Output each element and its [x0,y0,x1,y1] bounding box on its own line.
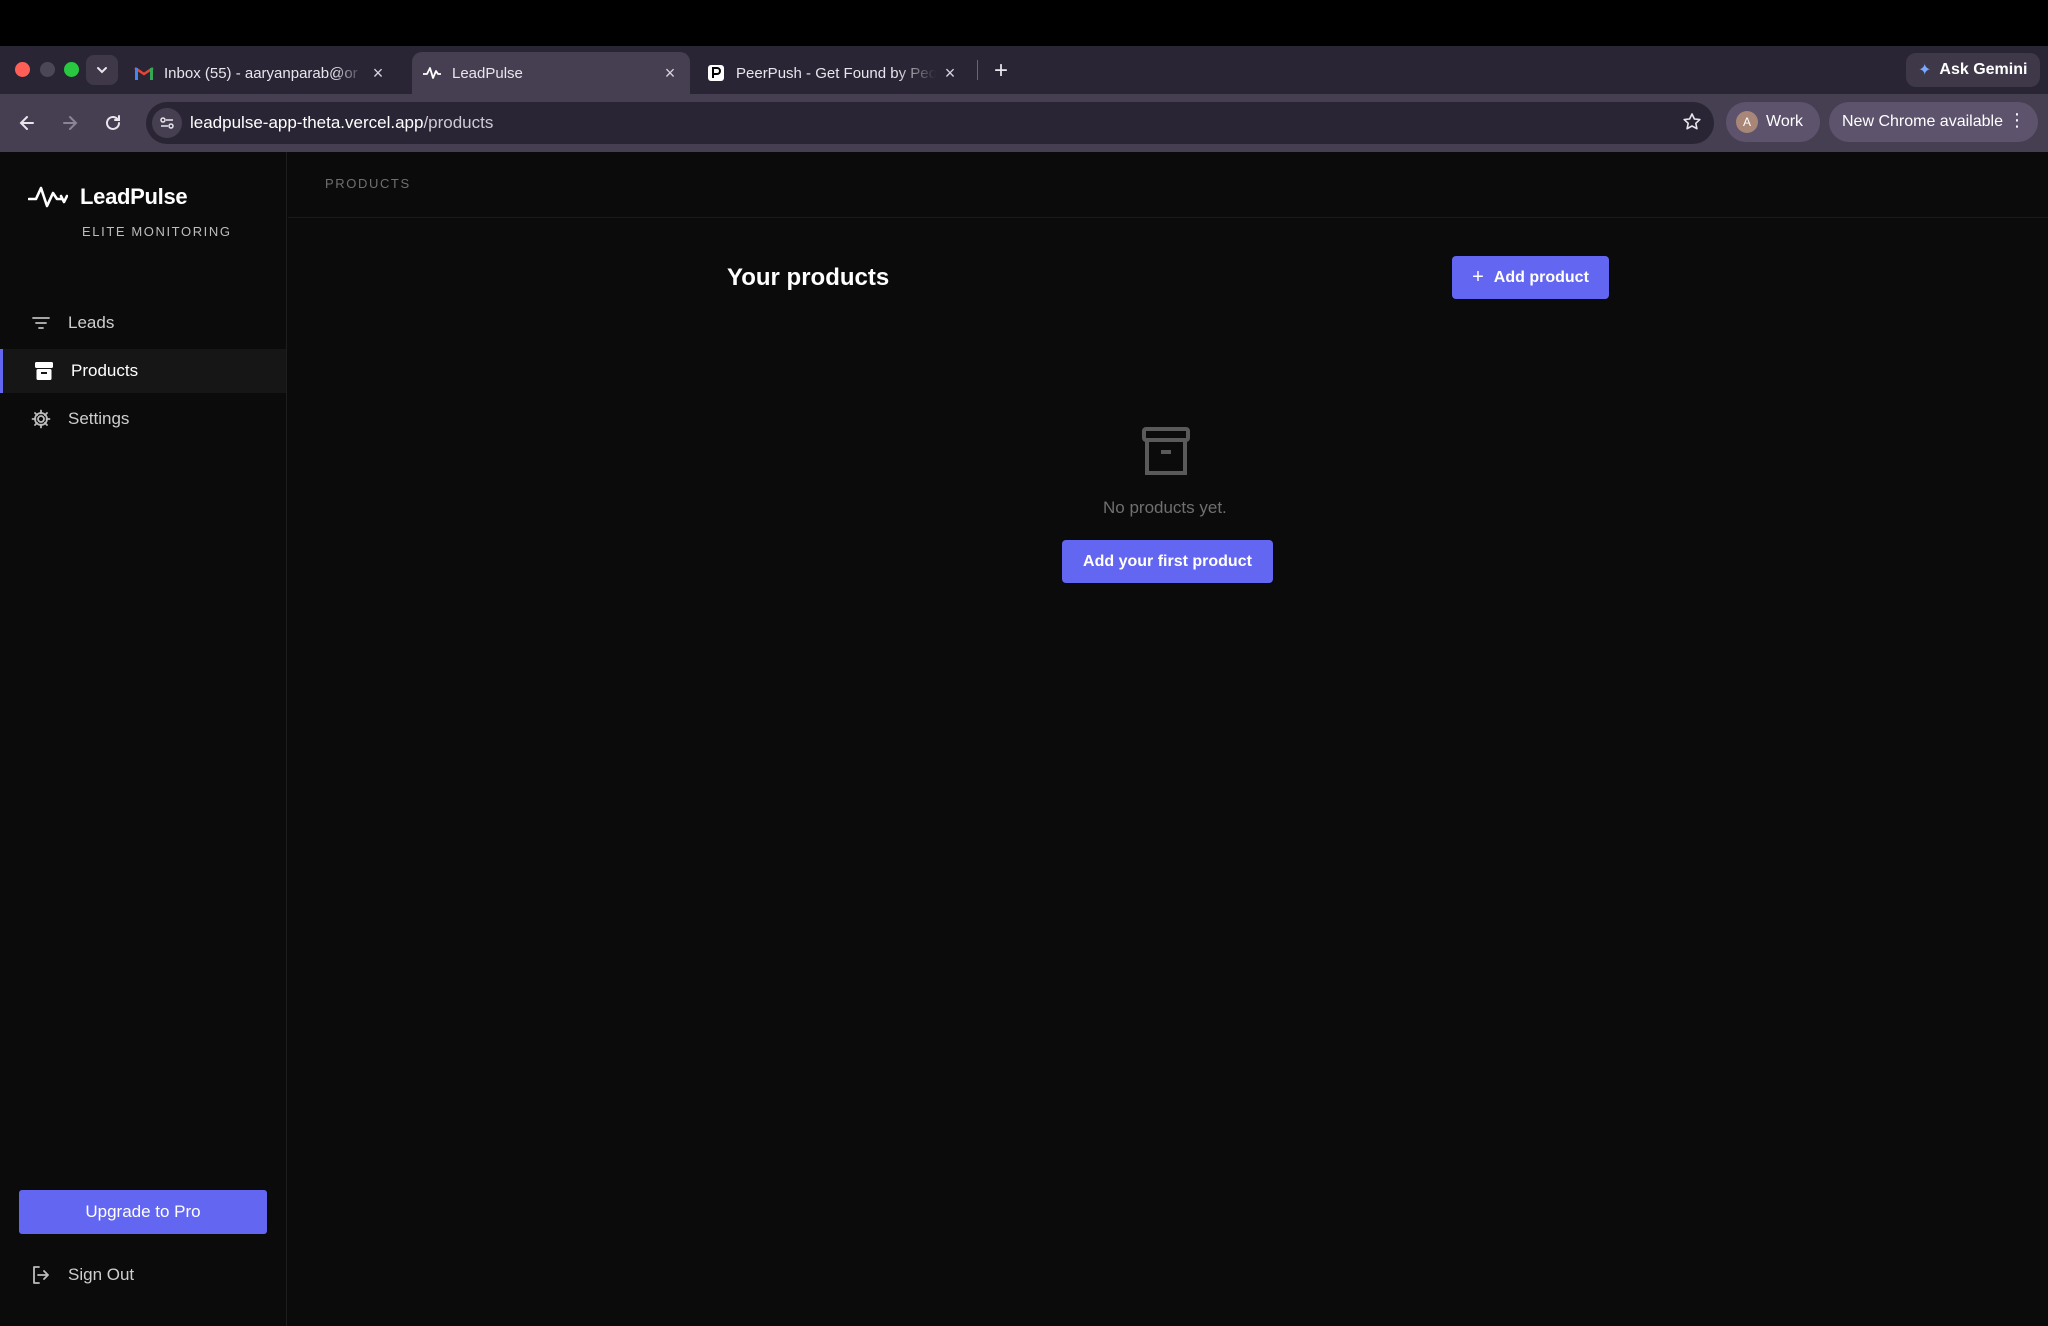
app-root: LeadPulse ELITE MONITORING Leads Product… [0,152,2048,1326]
ask-gemini-label: Ask Gemini [1939,61,2028,78]
tab-search-button[interactable] [86,55,118,85]
tab-leadpulse[interactable]: LeadPulse × [412,52,690,94]
filter-lines-icon [28,310,54,336]
sidebar-item-products[interactable]: Products [0,349,286,393]
logout-icon [28,1262,54,1288]
url-host: leadpulse-app-theta.vercel.app [190,113,424,132]
empty-state-text: No products yet. [1103,498,1227,517]
update-label: New Chrome available [1842,113,2003,130]
gemini-spark-icon: ✦ [1918,62,1932,79]
chevron-down-icon [97,67,107,74]
upgrade-to-pro-button[interactable]: Upgrade to Pro [19,1190,267,1234]
sign-out-label: Sign Out [68,1265,135,1284]
header-divider [288,217,2048,218]
archive-box-icon [1141,426,1191,483]
forward-button[interactable] [55,108,85,138]
page-title: Your products [727,264,890,291]
url-path: /products [423,113,494,132]
plus-icon: + [1472,266,1484,288]
url-text: leadpulse-app-theta.vercel.app/products [190,113,493,133]
system-top-bar [0,0,2048,46]
close-icon[interactable]: × [660,63,680,83]
bookmark-star-icon[interactable] [1682,112,1702,137]
plus-icon: + [993,57,1008,84]
gear-icon [28,406,54,432]
tab-divider [977,60,978,80]
brand-name: LeadPulse [80,184,188,209]
avatar: A [1736,111,1758,133]
sidebar-item-label: Products [71,361,139,380]
archive-box-icon [31,358,57,384]
tab-title: LeadPulse [452,64,523,82]
profile-button[interactable]: A Work [1726,102,1820,142]
add-product-label: Add product [1493,268,1589,286]
site-info-icon[interactable] [152,108,182,138]
close-icon[interactable]: × [368,63,388,83]
profile-label: Work [1766,113,1804,130]
close-icon[interactable]: × [940,63,960,83]
sidebar-item-label: Settings [68,409,130,428]
brand-logo[interactable]: LeadPulse [28,184,188,210]
add-product-button[interactable]: + Add product [1452,256,1609,299]
address-bar[interactable]: leadpulse-app-theta.vercel.app/products [146,102,1714,144]
breadcrumb: PRODUCTS [325,176,411,191]
tab-gmail[interactable]: Inbox (55) - aaryanparab@or × [134,52,398,94]
arrow-left-icon [19,116,34,130]
ask-gemini-button[interactable]: ✦ Ask Gemini [1906,53,2040,87]
chrome-update-button[interactable]: New Chrome available ⋮ [1829,102,2038,142]
minimize-window-button[interactable] [40,62,55,77]
add-first-product-button[interactable]: Add your first product [1062,540,1273,583]
tab-title: PeerPush - Get Found by Peo [736,64,936,82]
maximize-window-button[interactable] [64,62,79,77]
browser-toolbar: leadpulse-app-theta.vercel.app/products … [0,94,2048,152]
reload-icon [106,115,120,130]
sidebar-item-leads[interactable]: Leads [0,301,286,345]
new-tab-button[interactable]: + [986,56,1016,86]
sidebar: LeadPulse ELITE MONITORING Leads Product… [0,152,287,1326]
sign-out-button[interactable]: Sign Out [0,1253,134,1297]
back-button[interactable] [12,108,42,138]
pulse-logo-icon [28,186,68,208]
reload-button[interactable] [98,108,128,138]
arrow-right-icon [63,116,78,130]
pulse-icon [422,63,442,83]
gmail-icon [134,63,154,83]
tab-peerpush[interactable]: PeerPush - Get Found by Peo × [706,52,970,94]
main-content: PRODUCTS Your products + Add product No … [288,152,2048,1326]
sidebar-item-label: Leads [68,313,115,332]
peerpush-icon [706,63,726,83]
tab-title: Inbox (55) - aaryanparab@or [164,64,358,82]
more-vert-icon[interactable]: ⋮ [2008,110,2026,131]
brand-tagline: ELITE MONITORING [82,224,232,239]
close-window-button[interactable] [15,62,30,77]
sidebar-item-settings[interactable]: Settings [0,397,286,441]
browser-tab-bar: Inbox (55) - aaryanparab@or × LeadPulse … [0,46,2048,94]
